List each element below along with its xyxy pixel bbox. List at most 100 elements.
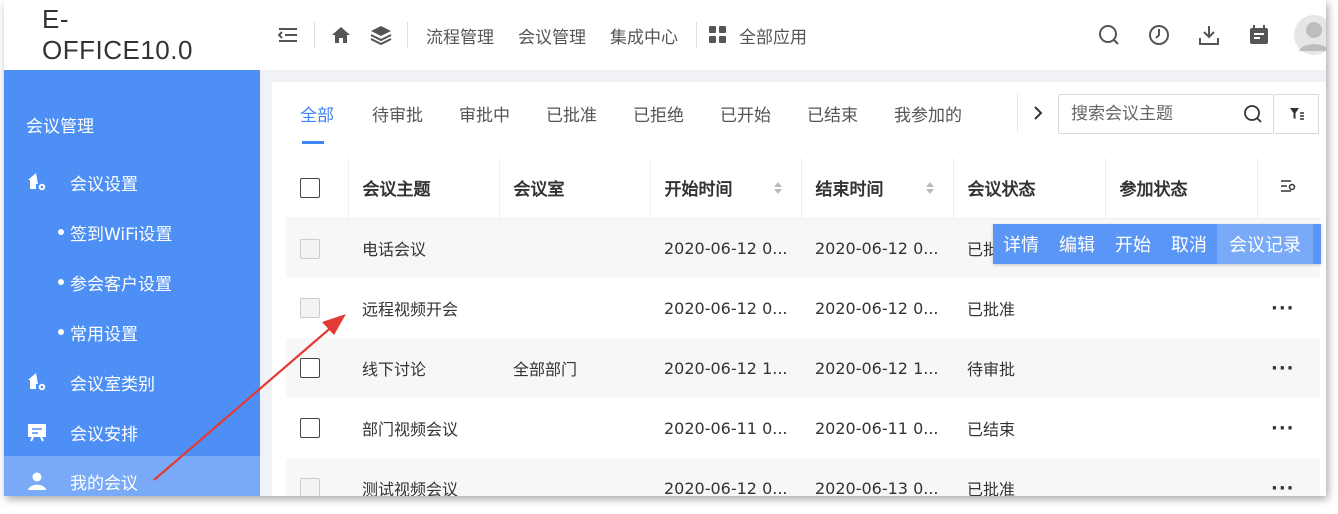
divider bbox=[696, 22, 697, 48]
col-header-label: 结束时间 bbox=[815, 180, 884, 201]
advanced-filter-button[interactable] bbox=[1275, 94, 1319, 134]
download-icon[interactable] bbox=[1184, 15, 1234, 55]
sidebar-subitem-common[interactable]: 常用设置 bbox=[58, 307, 138, 357]
sidebar-title: 会议管理 bbox=[26, 117, 94, 137]
meeting-list-panel: 全部 待审批 审批中 已批准 已拒绝 已开始 已结束 我参加的 搜索会议主题 会… bbox=[272, 82, 1326, 496]
col-header-end-time[interactable]: 结束时间 bbox=[801, 158, 954, 219]
divider bbox=[314, 22, 315, 48]
cell-end: 2020-06-13 0... bbox=[801, 458, 953, 496]
sidebar-item-label: 会议室类别 bbox=[70, 374, 155, 395]
nav-link-integration[interactable]: 集成中心 bbox=[610, 23, 678, 48]
tab-in-review[interactable]: 审批中 bbox=[441, 82, 528, 144]
app-title: E-OFFICE10.0 bbox=[42, 4, 193, 65]
sidebar-item-label: 常用设置 bbox=[70, 324, 138, 345]
clock-icon[interactable] bbox=[1134, 15, 1184, 55]
cell-status: 已批准 bbox=[953, 458, 1105, 496]
meeting-minutes-button[interactable]: 会议记录 bbox=[1217, 224, 1313, 264]
calendar-board-icon bbox=[26, 421, 48, 443]
col-header-label: 开始时间 bbox=[664, 180, 733, 201]
house-gear-icon bbox=[26, 371, 48, 393]
col-header-subject: 会议主题 bbox=[348, 158, 500, 219]
tab-ended[interactable]: 已结束 bbox=[789, 82, 876, 144]
grid-apps-icon[interactable] bbox=[703, 15, 733, 55]
sidebar-subitem-clients[interactable]: 参会客户设置 bbox=[58, 257, 172, 307]
edit-button[interactable]: 编辑 bbox=[1049, 224, 1105, 264]
cell-end: 2020-06-11 0... bbox=[801, 398, 953, 458]
column-settings-cell bbox=[1257, 158, 1320, 219]
column-settings-icon[interactable] bbox=[1280, 179, 1296, 193]
row-action-bar: 详情 编辑 开始 取消 会议记录 bbox=[993, 224, 1321, 264]
bullet-icon bbox=[58, 229, 64, 235]
search-icon[interactable] bbox=[1084, 15, 1134, 55]
sidebar-item-label: 签到WiFi设置 bbox=[70, 224, 173, 245]
sidebar-item-meeting-settings[interactable]: 会议设置 bbox=[4, 157, 260, 207]
cancel-button[interactable]: 取消 bbox=[1161, 224, 1217, 264]
tabs-scroll-right-button[interactable] bbox=[1017, 94, 1057, 132]
nav-link-all-apps[interactable]: 全部应用 bbox=[739, 23, 807, 48]
cell-subject: 远程视频开会 bbox=[348, 278, 499, 338]
sidebar-item-room-types[interactable]: 会议室类别 bbox=[4, 357, 260, 407]
bullet-icon bbox=[58, 279, 64, 285]
row-checkbox[interactable] bbox=[300, 358, 320, 379]
table-row[interactable]: 部门视频会议 2020-06-11 0... 2020-06-11 0... 已… bbox=[286, 398, 1320, 458]
cell-end: 2020-06-12 0... bbox=[801, 218, 953, 278]
table-row[interactable]: 测试视频会议 2020-06-12 0... 2020-06-13 0... 已… bbox=[286, 458, 1320, 496]
select-all-cell bbox=[286, 158, 349, 219]
cell-subject: 测试视频会议 bbox=[348, 458, 499, 496]
tab-started[interactable]: 已开始 bbox=[702, 82, 789, 144]
row-checkbox[interactable] bbox=[300, 298, 320, 319]
filter-icon bbox=[1289, 108, 1304, 120]
more-actions-icon[interactable]: ··· bbox=[1271, 298, 1295, 319]
sidebar: 会议管理 会议设置 签到WiFi设置 参会客户设置 常用设置 会议室类别 会议安… bbox=[4, 70, 260, 496]
table-row[interactable]: 线下讨论 全部部门 2020-06-12 1... 2020-06-12 1..… bbox=[286, 338, 1320, 398]
table-row[interactable]: 远程视频开会 2020-06-12 0... 2020-06-12 0... 已… bbox=[286, 278, 1320, 338]
cell-subject: 线下讨论 bbox=[348, 338, 499, 398]
table-header-row: 会议主题 会议室 开始时间 结束时间 会议状态 参加状态 bbox=[286, 158, 1320, 219]
row-checkbox[interactable] bbox=[300, 238, 320, 259]
nav-link-process[interactable]: 流程管理 bbox=[426, 23, 494, 48]
search-input[interactable] bbox=[1071, 104, 1241, 124]
more-actions-icon[interactable]: ··· bbox=[1271, 478, 1295, 497]
tab-approved[interactable]: 已批准 bbox=[528, 82, 615, 144]
sidebar-item-my-meetings[interactable]: 我的会议 bbox=[4, 456, 260, 496]
tab-rejected[interactable]: 已拒绝 bbox=[615, 82, 702, 144]
sidebar-item-label: 参会客户设置 bbox=[70, 274, 172, 295]
row-checkbox[interactable] bbox=[300, 478, 320, 496]
start-button[interactable]: 开始 bbox=[1105, 224, 1161, 264]
app-window: E-OFFICE10.0 流程管理 会议管理 集成中心 全部应用 会议管理 会议… bbox=[4, 0, 1326, 496]
col-header-start-time[interactable]: 开始时间 bbox=[650, 158, 802, 219]
home-icon[interactable] bbox=[321, 15, 361, 55]
calendar-icon[interactable] bbox=[1234, 15, 1284, 55]
cell-end: 2020-06-12 1... bbox=[801, 338, 953, 398]
cell-join bbox=[1105, 398, 1257, 458]
cell-room: 全部部门 bbox=[499, 338, 650, 398]
house-gear-icon bbox=[26, 171, 48, 193]
sidebar-item-label: 我的会议 bbox=[70, 473, 138, 494]
sidebar-subitem-wifi[interactable]: 签到WiFi设置 bbox=[58, 207, 172, 257]
cell-room bbox=[499, 218, 650, 278]
sort-icon bbox=[773, 182, 782, 194]
select-all-checkbox[interactable] bbox=[300, 177, 320, 198]
detail-button[interactable]: 详情 bbox=[993, 224, 1049, 264]
col-header-status: 会议状态 bbox=[953, 158, 1106, 219]
search-icon[interactable] bbox=[1243, 104, 1265, 126]
avatar[interactable] bbox=[1294, 15, 1326, 55]
cell-start: 2020-06-12 0... bbox=[650, 278, 801, 338]
tab-all[interactable]: 全部 bbox=[272, 82, 354, 144]
more-actions-icon[interactable]: ··· bbox=[1271, 418, 1295, 439]
col-header-room: 会议室 bbox=[499, 158, 651, 219]
tab-joined[interactable]: 我参加的 bbox=[876, 82, 980, 144]
more-actions-icon[interactable]: ··· bbox=[1271, 358, 1295, 379]
cell-start: 2020-06-11 0... bbox=[650, 398, 801, 458]
cell-start: 2020-06-12 1... bbox=[650, 338, 801, 398]
cell-join bbox=[1105, 338, 1257, 398]
layers-icon[interactable] bbox=[361, 15, 401, 55]
menu-collapse-icon[interactable] bbox=[268, 15, 308, 55]
nav-link-meeting[interactable]: 会议管理 bbox=[518, 23, 586, 48]
cell-start: 2020-06-12 0... bbox=[650, 218, 801, 278]
row-checkbox[interactable] bbox=[300, 418, 320, 439]
sidebar-item-schedule[interactable]: 会议安排 bbox=[4, 407, 260, 457]
cell-room bbox=[499, 278, 650, 338]
tab-pending[interactable]: 待审批 bbox=[354, 82, 441, 144]
search-box bbox=[1058, 94, 1274, 134]
